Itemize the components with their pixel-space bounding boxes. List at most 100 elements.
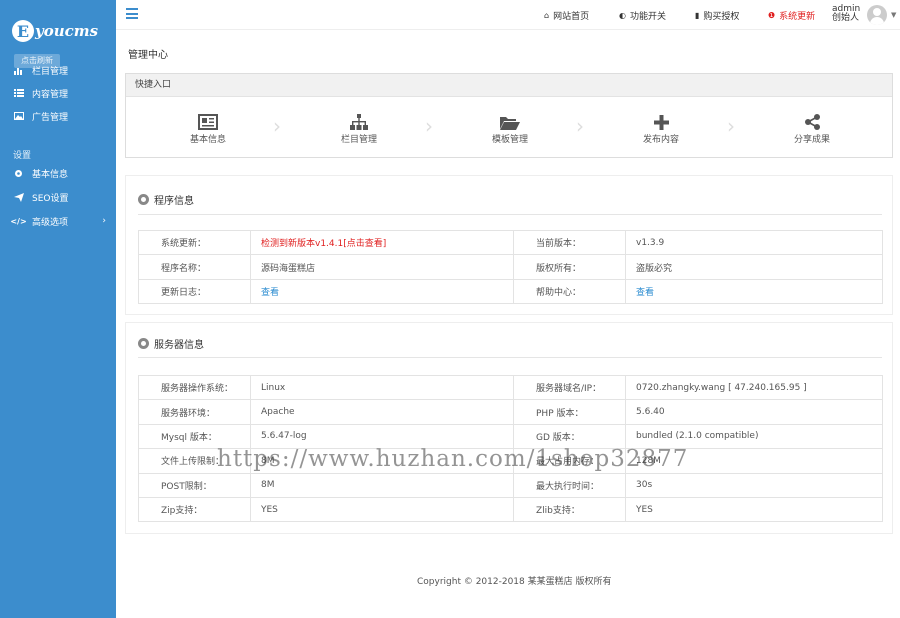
sidebar-item-label: 内容管理 [32, 89, 69, 100]
page-title: 管理中心 [128, 50, 168, 61]
server-info-panel: 服务器信息 服务器操作系统： Linux 服务器域名/IP： 0720.zhan… [125, 322, 893, 534]
table-row: 服务器操作系统： Linux 服务器域名/IP： 0720.zhangky.wa… [138, 374, 883, 401]
divider [138, 214, 882, 215]
divider [138, 357, 882, 358]
logo-text: youcms [35, 22, 99, 40]
sidebar-item-label: SEO设置 [32, 193, 69, 204]
server-info-title: 服务器信息 [154, 340, 204, 351]
sidebar-item-label: 高级选项 [32, 217, 69, 228]
quick-basic-info[interactable]: 基本信息 [168, 110, 248, 145]
field-value: 8M [250, 472, 514, 498]
logo-mark: E [12, 20, 34, 42]
sidebar-item-advanced[interactable]: </> 高级选项 › [0, 211, 116, 231]
quick-label: 基本信息 [189, 135, 226, 145]
avatar[interactable] [867, 5, 887, 25]
chevron-right-icon: › [102, 216, 106, 226]
table-row: 系统更新： 检测到新版本v1.4.1[点击查看] 当前版本： v1.3.9 [138, 229, 883, 256]
home-link[interactable]: ⌂ 网站首页 [544, 9, 589, 22]
gear-icon [138, 338, 149, 349]
sidebar: E youcms 点击刷新 栏目管理 内容管理 广告管理 设置 基本信息 SEO… [0, 0, 116, 618]
bar-chart-icon [13, 65, 24, 75]
plus-icon [621, 110, 701, 130]
chevron-right-icon: › [425, 114, 433, 138]
field-label: 最大执行时间： [513, 472, 626, 498]
quick-entry-title: 快捷入口 [126, 74, 892, 97]
code-icon: </> [10, 216, 27, 226]
quick-entry-panel: 快捷入口 基本信息 › 栏目管理 › 模板管理 › 发布内容 › 分享成果 [125, 73, 893, 158]
gear-icon [13, 168, 24, 178]
field-label: POST限制： [138, 472, 251, 498]
sidebar-item-basic-info[interactable]: 基本信息 [0, 163, 116, 183]
field-label: 服务器域名/IP： [513, 374, 626, 401]
table-row: Mysql 版本： 5.6.47-log GD 版本： bundled (2.1… [138, 423, 883, 450]
table-row: 更新日志： 查看 帮助中心： 查看 [138, 278, 883, 305]
field-value: 30s [625, 472, 883, 498]
quick-label: 模板管理 [491, 135, 528, 145]
field-label: 当前版本： [513, 229, 626, 256]
folder-open-icon [470, 110, 550, 130]
field-label: 程序名称： [138, 254, 251, 280]
field-value: 128M [625, 448, 883, 474]
logo[interactable]: E youcms [12, 16, 98, 46]
help-center-link[interactable]: 查看 [625, 278, 883, 305]
user-role: 创始人 [832, 13, 860, 23]
bookmark-icon: ▮ [695, 11, 700, 20]
sidebar-item-ads[interactable]: 广告管理 [0, 106, 116, 126]
quick-columns[interactable]: 栏目管理 [319, 110, 399, 145]
field-value: bundled (2.1.0 compatible) [625, 423, 883, 450]
program-info-table: 系统更新： 检测到新版本v1.4.1[点击查看] 当前版本： v1.3.9 程序… [138, 229, 883, 305]
topbar: ⌂ 网站首页 ◐ 功能开关 ▮ 购买授权 ❶ 系统更新 admin 创始人 ▼ [116, 0, 900, 30]
field-label: PHP 版本： [513, 399, 626, 425]
buy-license-link[interactable]: ▮ 购买授权 [695, 9, 739, 22]
field-value: Linux [250, 374, 514, 401]
quick-share[interactable]: 分享成果 [772, 110, 852, 145]
menu-toggle-icon[interactable] [126, 8, 138, 19]
sidebar-item-columns[interactable]: 栏目管理 [0, 60, 116, 80]
field-label: 版权所有： [513, 254, 626, 280]
quick-templates[interactable]: 模板管理 [470, 110, 550, 145]
home-link-label: 网站首页 [553, 12, 590, 22]
field-label: Mysql 版本： [138, 423, 251, 450]
caret-down-icon[interactable]: ▼ [891, 11, 896, 19]
table-row: POST限制： 8M 最大执行时间： 30s [138, 472, 883, 498]
server-info-heading: 服务器信息 [138, 336, 204, 351]
update-available-link[interactable]: 检测到新版本v1.4.1[点击查看] [250, 229, 514, 256]
newspaper-icon [168, 110, 248, 130]
sidebar-section-settings: 设置 [13, 151, 32, 161]
program-info-title: 程序信息 [154, 196, 194, 207]
feature-toggle-label: 功能开关 [629, 12, 666, 22]
field-value: v1.3.9 [625, 229, 883, 256]
field-label: 帮助中心： [513, 278, 626, 305]
changelog-link[interactable]: 查看 [250, 278, 514, 305]
field-value: 0720.zhangky.wang [ 47.240.165.95 ] [625, 374, 883, 401]
quick-label: 分享成果 [793, 135, 830, 145]
sidebar-item-label: 广告管理 [32, 112, 69, 123]
program-info-heading: 程序信息 [138, 192, 194, 207]
field-value: 盗版必究 [625, 254, 883, 280]
sidebar-item-content[interactable]: 内容管理 [0, 83, 116, 103]
quick-label: 栏目管理 [340, 135, 377, 145]
chevron-right-icon: › [576, 114, 584, 138]
table-row: 文件上传限制： 8M 最大占用内存： 128M [138, 448, 883, 474]
feature-toggle-link[interactable]: ◐ 功能开关 [619, 9, 666, 22]
field-label: 最大占用内存： [513, 448, 626, 474]
system-update-link[interactable]: ❶ 系统更新 [768, 9, 815, 22]
field-label: 系统更新： [138, 229, 251, 256]
field-value: 5.6.47-log [250, 423, 514, 450]
field-label: 文件上传限制： [138, 448, 251, 474]
share-icon [772, 110, 852, 130]
buy-license-label: 购买授权 [703, 12, 740, 22]
sidebar-item-seo[interactable]: SEO设置 [0, 187, 116, 207]
toggle-icon: ◐ [619, 11, 626, 20]
home-icon: ⌂ [544, 11, 550, 20]
field-label: GD 版本： [513, 423, 626, 450]
field-label: Zlib支持： [513, 496, 626, 523]
user-info[interactable]: admin 创始人 [832, 5, 860, 23]
footer-copyright: Copyright © 2012-2018 某某蛋糕店 版权所有 [417, 577, 612, 587]
field-value: YES [250, 496, 514, 523]
alert-icon: ❶ [768, 11, 776, 20]
field-value: Apache [250, 399, 514, 425]
quick-publish[interactable]: 发布内容 [621, 110, 701, 145]
field-label: Zip支持： [138, 496, 251, 523]
list-icon [13, 88, 24, 98]
